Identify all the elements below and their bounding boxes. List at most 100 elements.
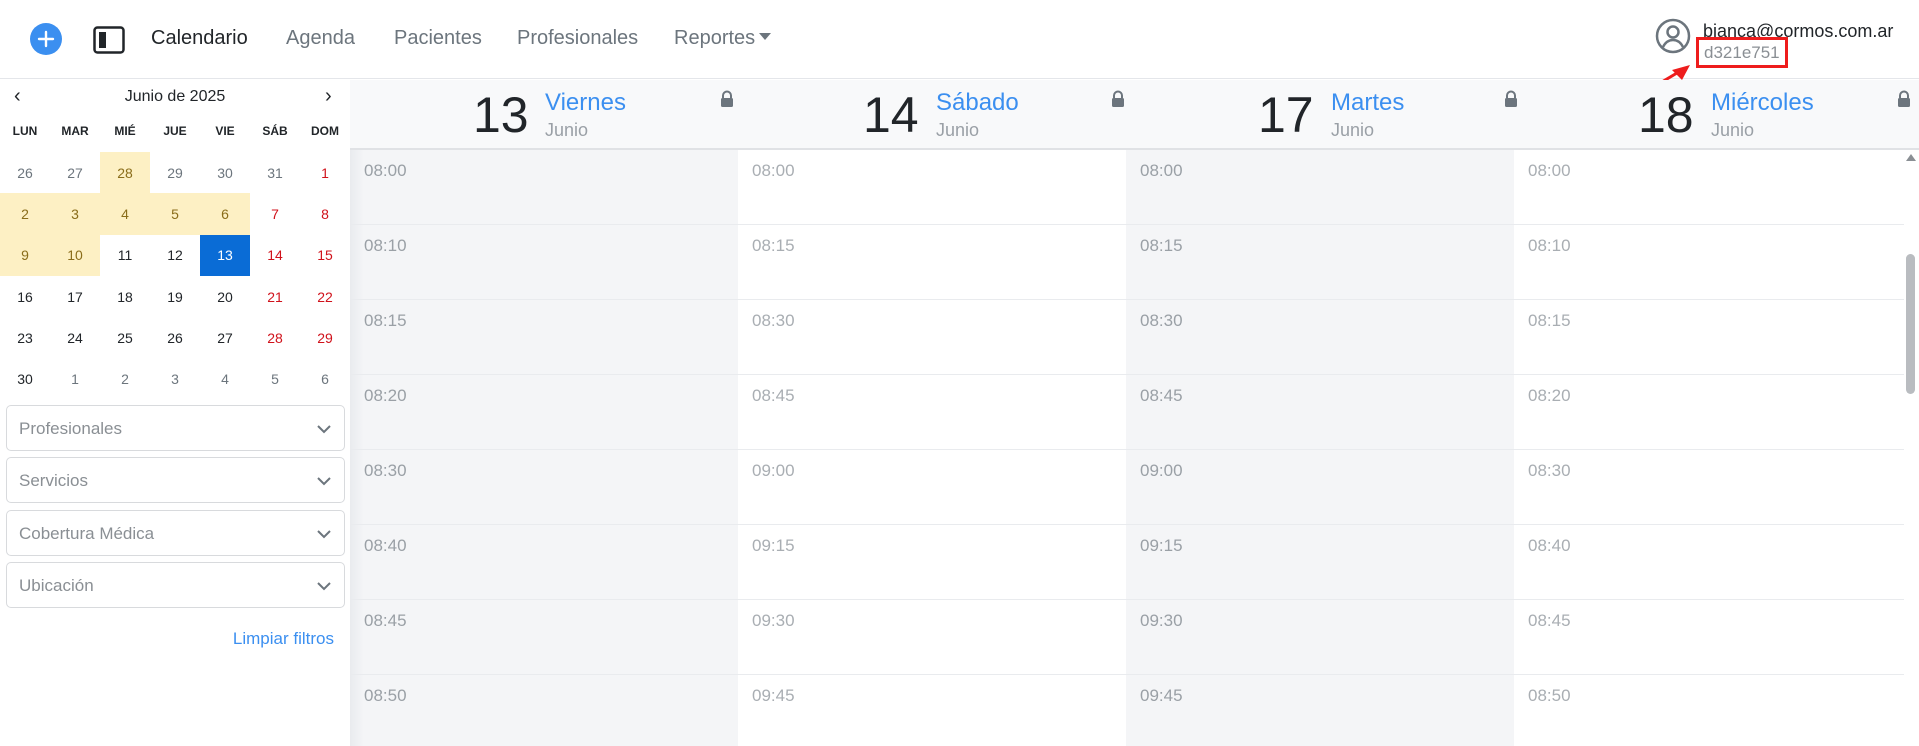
lock-icon[interactable]: [1503, 90, 1519, 108]
time-slot[interactable]: 08:10: [350, 225, 738, 300]
calendar-day[interactable]: 29: [300, 317, 350, 358]
calendar-day-selected[interactable]: 13: [200, 234, 250, 276]
time-slot[interactable]: 09:15: [738, 525, 1126, 600]
calendar-day[interactable]: 28: [250, 317, 300, 358]
calendar-day[interactable]: 1: [50, 358, 100, 399]
calendar-day[interactable]: 30: [200, 152, 250, 193]
time-slot[interactable]: 09:00: [1126, 450, 1514, 525]
calendar-day[interactable]: 5: [150, 193, 200, 235]
filter-profesionales[interactable]: Profesionales: [6, 405, 345, 451]
time-slot[interactable]: 09:45: [738, 675, 1126, 746]
calendar-day[interactable]: 11: [100, 235, 150, 276]
time-slot[interactable]: 08:10: [1514, 225, 1904, 300]
calendar-day[interactable]: 30: [0, 358, 50, 399]
time-slot[interactable]: 08:15: [350, 300, 738, 375]
calendar-day[interactable]: 26: [150, 317, 200, 358]
time-slot[interactable]: 08:30: [1126, 300, 1514, 375]
slot-time: 08:50: [1528, 686, 1571, 705]
time-slot[interactable]: 09:00: [738, 450, 1126, 525]
calendar-day[interactable]: 3: [150, 358, 200, 399]
calendar-day[interactable]: 1: [300, 152, 350, 193]
calendar-day[interactable]: 6: [200, 193, 250, 235]
calendar-day[interactable]: 19: [150, 276, 200, 317]
time-slot[interactable]: 08:50: [1514, 675, 1904, 746]
time-slot[interactable]: 08:40: [1514, 525, 1904, 600]
calendar-day[interactable]: 29: [150, 152, 200, 193]
calendar-day[interactable]: 9: [0, 234, 50, 276]
time-slot[interactable]: 08:45: [350, 600, 738, 675]
time-slot[interactable]: 09:30: [1126, 600, 1514, 675]
calendar-day[interactable]: 20: [200, 276, 250, 317]
filter-ubicacion[interactable]: Ubicación: [6, 562, 345, 608]
next-month-button[interactable]: ›: [325, 85, 332, 108]
lock-icon[interactable]: [719, 90, 735, 108]
nav-link-reportes[interactable]: Reportes: [674, 27, 772, 50]
time-slot[interactable]: 08:30: [738, 300, 1126, 375]
calendar-day[interactable]: 27: [200, 317, 250, 358]
calendar-day[interactable]: 27: [50, 152, 100, 193]
time-slot[interactable]: 09:45: [1126, 675, 1514, 746]
calendar-day[interactable]: 22: [300, 276, 350, 317]
time-slot[interactable]: 08:15: [738, 225, 1126, 300]
time-slot[interactable]: 09:15: [1126, 525, 1514, 600]
time-slot[interactable]: 08:45: [1514, 600, 1904, 675]
time-slot[interactable]: 08:20: [350, 375, 738, 450]
filter-servicios[interactable]: Servicios: [6, 457, 345, 503]
day-number: 18: [1638, 87, 1694, 143]
sidebar-toggle-icon: [93, 26, 125, 54]
calendar-day[interactable]: 17: [50, 276, 100, 317]
calendar-day[interactable]: 28: [100, 152, 150, 194]
nav-link-profesionales[interactable]: Profesionales: [517, 27, 638, 50]
calendar-day[interactable]: 3: [50, 193, 100, 235]
time-slot[interactable]: 08:00: [1514, 150, 1904, 225]
filter-cobertura-medica[interactable]: Cobertura Médica: [6, 510, 345, 556]
calendar-day[interactable]: 26: [0, 152, 50, 193]
scroll-up-icon[interactable]: [1906, 154, 1916, 161]
calendar-day[interactable]: 21: [250, 276, 300, 317]
calendar-day[interactable]: 14: [250, 235, 300, 276]
calendar-day[interactable]: 4: [100, 193, 150, 235]
calendar-day[interactable]: 10: [50, 234, 100, 276]
calendar-day[interactable]: 24: [50, 317, 100, 358]
lock-icon[interactable]: [1110, 90, 1126, 108]
time-slot[interactable]: 08:00: [1126, 150, 1514, 225]
nav-link-pacientes[interactable]: Pacientes: [394, 27, 482, 50]
time-slot[interactable]: 08:30: [350, 450, 738, 525]
sidebar: ‹ Junio de 2025 › LUN MAR MIÉ JUE VIE SÁ…: [0, 80, 350, 746]
time-slot[interactable]: 08:40: [350, 525, 738, 600]
calendar-day[interactable]: 8: [300, 193, 350, 234]
time-slot[interactable]: 08:30: [1514, 450, 1904, 525]
time-slot[interactable]: 08:45: [738, 375, 1126, 450]
lock-icon[interactable]: [1896, 90, 1912, 108]
sidebar-toggle-button[interactable]: [93, 26, 125, 54]
calendar-day[interactable]: 31: [250, 152, 300, 193]
caret-down-icon: [759, 33, 772, 41]
calendar-day[interactable]: 4: [200, 358, 250, 399]
time-slot[interactable]: 09:30: [738, 600, 1126, 675]
calendar-day[interactable]: 15: [300, 235, 350, 276]
calendar-day[interactable]: 23: [0, 317, 50, 358]
calendar-day[interactable]: 5: [250, 358, 300, 399]
time-slot[interactable]: 08:50: [350, 675, 738, 746]
vertical-scrollbar[interactable]: [1904, 154, 1916, 746]
time-slot[interactable]: 08:20: [1514, 375, 1904, 450]
scroll-thumb[interactable]: [1906, 254, 1915, 394]
nav-link-agenda[interactable]: Agenda: [286, 27, 355, 50]
time-slot[interactable]: 08:00: [738, 150, 1126, 225]
calendar-day[interactable]: 12: [150, 235, 200, 276]
calendar-day[interactable]: 25: [100, 317, 150, 358]
calendar-day[interactable]: 6: [300, 358, 350, 399]
calendar-day[interactable]: 2: [100, 358, 150, 399]
time-slot[interactable]: 08:45: [1126, 375, 1514, 450]
time-slot[interactable]: 08:15: [1126, 225, 1514, 300]
user-circle-icon[interactable]: [1655, 18, 1691, 54]
time-slot[interactable]: 08:15: [1514, 300, 1904, 375]
nav-link-calendario[interactable]: Calendario: [151, 27, 248, 50]
clear-filters-link[interactable]: Limpiar filtros: [233, 629, 334, 649]
time-slot[interactable]: 08:00: [350, 150, 738, 225]
calendar-day[interactable]: 2: [0, 193, 50, 235]
calendar-day[interactable]: 16: [0, 276, 50, 317]
calendar-day[interactable]: 7: [250, 193, 300, 234]
calendar-day[interactable]: 18: [100, 276, 150, 317]
add-button[interactable]: [30, 23, 62, 55]
